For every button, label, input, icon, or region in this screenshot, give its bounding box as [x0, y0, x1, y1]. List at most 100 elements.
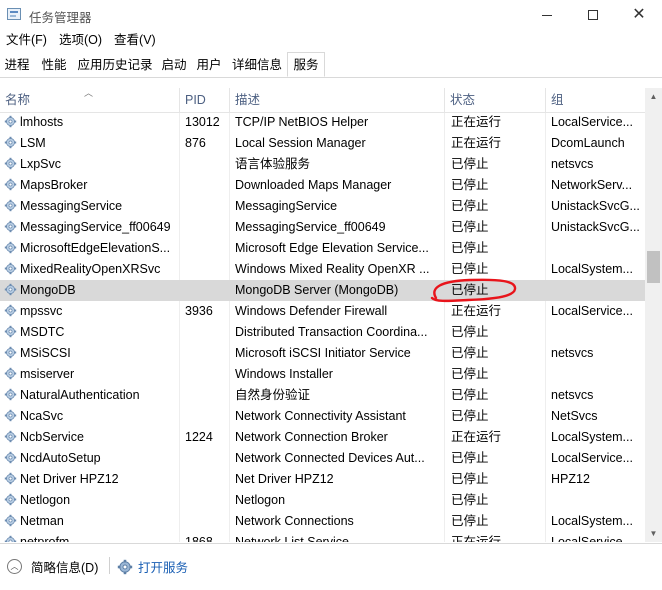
- service-pid: [185, 175, 227, 196]
- service-description: 自然身份验证: [235, 388, 311, 402]
- tab-services[interactable]: 服务: [287, 52, 325, 77]
- table-row[interactable]: MongoDB MongoDB Server (MongoDB) 已停止: [0, 280, 645, 301]
- service-group: netsvcs: [551, 388, 594, 402]
- service-group: UnistackSvcG...: [551, 220, 639, 234]
- fewer-details-button[interactable]: ︿ 简略信息(D): [7, 557, 98, 576]
- service-pid: [185, 259, 227, 280]
- maximize-button[interactable]: [570, 0, 616, 30]
- service-status: 已停止: [451, 367, 489, 381]
- service-pid: [185, 196, 227, 217]
- scroll-down-icon[interactable]: ▼: [645, 525, 662, 542]
- gear-icon: [4, 283, 20, 297]
- table-row[interactable]: Netman Network Connections 已停止 LocalSystem.…: [0, 511, 645, 532]
- column-header-group[interactable]: 组: [546, 88, 645, 112]
- service-name-cell: MixedRealityOpenXRSvc: [4, 259, 176, 280]
- service-name-cell: Netlogon: [4, 490, 176, 511]
- table-row[interactable]: NaturalAuthentication 自然身份验证 已停止 netsvcs: [0, 385, 645, 406]
- service-name-cell: MicrosoftEdgeElevationS...: [4, 238, 176, 259]
- table-row[interactable]: netprofm 1868 Network List Service 正在运行 Loca…: [0, 532, 645, 542]
- service-description: MessagingService_ff00649: [235, 220, 386, 234]
- table-row[interactable]: MSiSCSI Microsoft iSCSI Initiator Service…: [0, 343, 645, 364]
- service-name-cell: msiserver: [4, 364, 176, 385]
- menu-view[interactable]: 查看(V): [108, 30, 162, 51]
- table-row[interactable]: Net Driver HPZ12 Net Driver HPZ12 已停止 HPZ12: [0, 469, 645, 490]
- service-status: 已停止: [451, 199, 489, 213]
- table-row[interactable]: NcdAutoSetup Network Connected Devices Au…: [0, 448, 645, 469]
- tab-app-history[interactable]: 应用历史记录: [74, 55, 156, 76]
- service-pid: [185, 406, 227, 427]
- table-row[interactable]: MessagingService_ff00649 MessagingService…: [0, 217, 645, 238]
- footer-divider: [109, 557, 110, 574]
- scroll-up-icon[interactable]: ▲: [645, 88, 662, 105]
- gear-icon: [4, 262, 20, 276]
- service-group: LocalService...: [551, 115, 633, 129]
- column-header-pid[interactable]: PID: [180, 88, 230, 112]
- service-pid: [185, 448, 227, 469]
- menu-bar: 文件(F) 选项(O) 查看(V): [0, 30, 662, 51]
- tab-startup[interactable]: 启动: [159, 55, 189, 76]
- table-row[interactable]: MicrosoftEdgeElevationS... Microsoft Edge…: [0, 238, 645, 259]
- table-row[interactable]: NcbService 1224 Network Connection Broker 正…: [0, 427, 645, 448]
- service-status: 正在运行: [451, 430, 502, 444]
- tab-performance[interactable]: 性能: [37, 55, 71, 76]
- service-pid: [185, 385, 227, 406]
- service-description: MongoDB Server (MongoDB): [235, 283, 399, 297]
- tab-bar: 进程 性能 应用历史记录 启动 用户 详细信息 服务: [0, 52, 662, 78]
- table-row[interactable]: MapsBroker Downloaded Maps Manager 已停止 Netw…: [0, 175, 645, 196]
- table-row[interactable]: LxpSvc 语言体验服务 已停止 netsvcs: [0, 154, 645, 175]
- table-row[interactable]: MixedRealityOpenXRSvc Windows Mixed Reali…: [0, 259, 645, 280]
- service-name: MSiSCSI: [20, 346, 71, 360]
- service-pid: [185, 343, 227, 364]
- service-name: MixedRealityOpenXRSvc: [20, 262, 161, 276]
- service-description: Netlogon: [235, 493, 286, 507]
- service-name: mpssvc: [20, 304, 63, 318]
- service-pid: [185, 238, 227, 259]
- scrollbar-thumb[interactable]: [647, 251, 660, 283]
- menu-file[interactable]: 文件(F): [0, 30, 53, 51]
- close-button[interactable]: ✕: [616, 0, 662, 30]
- table-row[interactable]: MSDTC Distributed Transaction Coordina...…: [0, 322, 645, 343]
- service-group: netsvcs: [551, 157, 594, 171]
- menu-options[interactable]: 选项(O): [53, 30, 108, 51]
- vertical-scrollbar[interactable]: ▲ ▼: [645, 88, 662, 542]
- table-row[interactable]: Netlogon Netlogon 已停止: [0, 490, 645, 511]
- open-services-link[interactable]: 打开服务: [117, 557, 188, 576]
- service-name: Netman: [20, 514, 64, 528]
- gear-icon: [4, 535, 20, 542]
- service-description: Windows Defender Firewall: [235, 304, 388, 318]
- service-name-cell: LxpSvc: [4, 154, 176, 175]
- task-manager-icon: [7, 8, 21, 20]
- service-name-cell: Netman: [4, 511, 176, 532]
- table-row[interactable]: mpssvc 3936 Windows Defender Firewall 正在运行 L…: [0, 301, 645, 322]
- table-row[interactable]: MessagingService MessagingService 已停止 Unist…: [0, 196, 645, 217]
- tab-users[interactable]: 用户: [194, 55, 224, 76]
- gear-icon: [4, 367, 20, 381]
- service-name-cell: MapsBroker: [4, 175, 176, 196]
- service-description: Net Driver HPZ12: [235, 472, 334, 486]
- service-group: netsvcs: [551, 346, 594, 360]
- service-group: [551, 364, 639, 385]
- service-description: Windows Installer: [235, 367, 333, 381]
- service-name-cell: MSDTC: [4, 322, 176, 343]
- service-name-cell: Net Driver HPZ12: [4, 469, 176, 490]
- service-status: 已停止: [451, 346, 489, 360]
- service-group: LocalSystem...: [551, 430, 633, 444]
- service-group: HPZ12: [551, 472, 590, 486]
- service-name: Netlogon: [20, 493, 71, 507]
- table-row[interactable]: msiserver Windows Installer 已停止: [0, 364, 645, 385]
- tab-details[interactable]: 详细信息: [229, 55, 285, 76]
- gear-icon: [4, 451, 20, 465]
- minimize-button[interactable]: [524, 0, 570, 30]
- service-name-cell: MSiSCSI: [4, 343, 176, 364]
- column-header-description[interactable]: 描述: [230, 88, 445, 112]
- service-status: 已停止: [451, 241, 489, 255]
- tab-processes[interactable]: 进程: [0, 55, 34, 76]
- service-status: 已停止: [451, 388, 489, 402]
- service-status: 已停止: [451, 283, 489, 297]
- table-row[interactable]: NcaSvc Network Connectivity Assistant 已停止 N…: [0, 406, 645, 427]
- service-name-cell: NaturalAuthentication: [4, 385, 176, 406]
- table-row[interactable]: lmhosts 13012 TCP/IP NetBIOS Helper 正在运行 Loc…: [0, 112, 645, 133]
- table-row[interactable]: LSM 876 Local Session Manager 正在运行 DcomLaunc…: [0, 133, 645, 154]
- column-header-status[interactable]: 状态: [445, 88, 546, 112]
- service-pid: [185, 154, 227, 175]
